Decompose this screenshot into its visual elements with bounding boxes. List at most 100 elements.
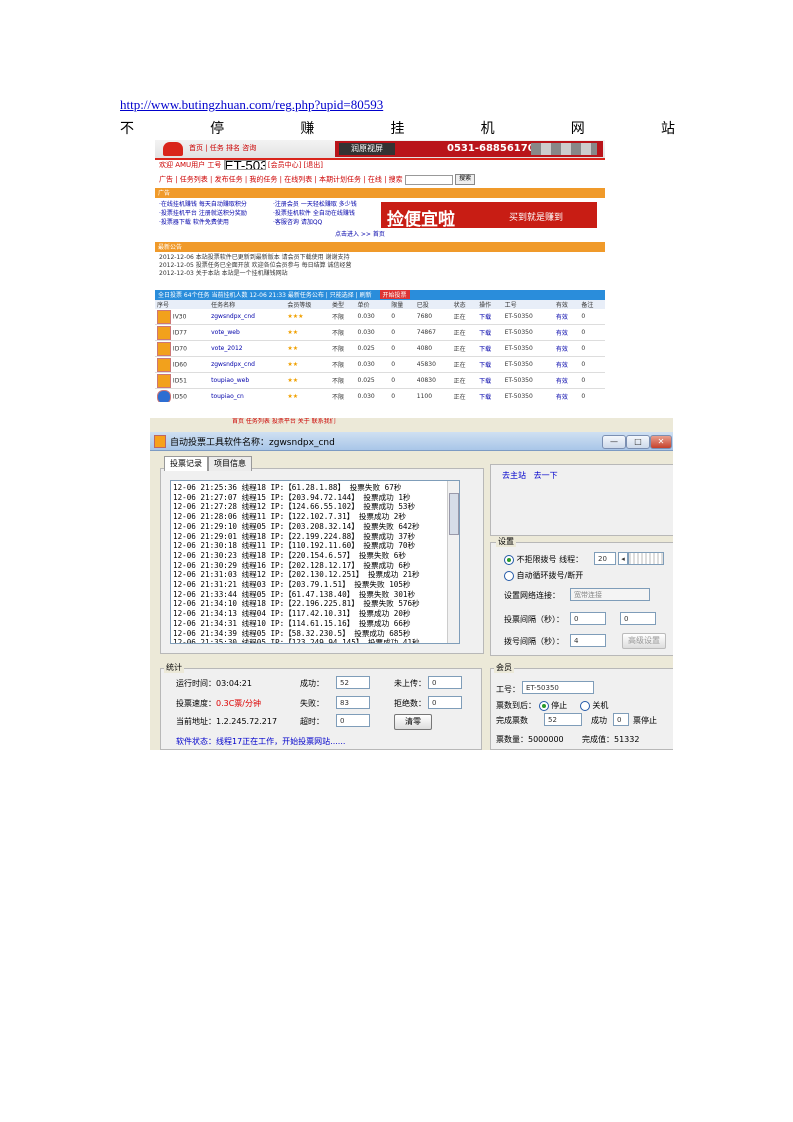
cell-text: 有效 [555,378,568,385]
member-id-field[interactable]: ET-50350 [522,681,594,694]
table-cell-name[interactable]: zgwsndpx_cnd [209,309,286,325]
tab-project-info[interactable]: 项目信息 [208,456,252,471]
ad-link[interactable]: ·投票器下载 软件免费使用 [159,218,247,227]
table-row[interactable]: ID50 toupiao_cn ★★ 不限 0.030 0 1100 正在 下载 ET-50350… [155,388,605,402]
ad-links-right[interactable]: ·注册会员 一天轻松赚取 多少钱 ·投票挂机软件 全自动在线赚钱 ·客服咨询 请… [273,200,357,227]
table-cell-valid[interactable]: 有效 [553,324,580,341]
goto-site-link[interactable]: 去主站 [502,471,526,480]
net-select[interactable]: 宽带连接 [570,588,650,601]
website-screenshot: 首页 | 任务 排名 咨询 润原视屏 0531-68856170 欢迎 AMU用… [155,140,655,402]
table-cell-name[interactable]: zgwsndpx_cnd [209,356,286,373]
table-cell-op[interactable]: 下载 [477,356,503,373]
task-icon [157,373,171,388]
site-banner: 首页 | 任务 排名 咨询 润原视屏 0531-68856170 [155,140,605,160]
table-cell-stars: ★★ [285,324,331,341]
log-scrollbar-thumb[interactable] [449,493,459,535]
table-cell-name[interactable]: vote_web [209,324,286,341]
opt-unlimited-row[interactable]: 不拒限拨号 线程： [504,554,583,565]
table-cell-note: 0 [579,388,605,402]
dial-interval-field[interactable]: 4 [570,634,606,647]
cell-text: 0.025 [357,377,375,384]
thread-spin-left[interactable]: ◂ [618,552,628,565]
table-cell-op[interactable]: 下载 [477,340,503,357]
table-cell-valid[interactable]: 有效 [553,372,580,389]
ad-extra-link[interactable]: 点击进入 >> 首页 [335,230,385,239]
table-cell-id: ID50 [155,388,210,402]
opt-unlimited-radio[interactable] [504,554,514,565]
vote-interval-field-2[interactable]: 0 [620,612,656,625]
opt-stop-radio[interactable] [538,700,549,711]
start-vote-button[interactable]: 开始投票 [379,290,410,299]
notice-item[interactable]: 2012-12-06 本站投票软件已更新到最新版本 请会员下载使用 谢谢支持 [159,254,352,262]
banner-ad[interactable]: 润原视屏 0531-68856170 [335,141,603,157]
vote-log-list[interactable]: 12-06 21:25:36 线程18 IP:【61.28.1.88】 投票失败… [170,480,460,644]
cell-text: IV30 [172,313,187,320]
complete-field[interactable]: 52 [544,713,582,726]
table-row[interactable]: ID77 vote_web ★★ 不限 0.030 0 74867 正在 下载 ET-50350 有… [155,324,605,341]
table-cell-op[interactable]: 下载 [477,388,503,402]
menu-search-input[interactable] [404,174,453,185]
ad-link[interactable]: ·投票挂机平台 注册就送积分奖励 [159,209,247,218]
table-cell-valid[interactable]: 有效 [553,340,580,357]
menu-items[interactable]: 广告 | 任务列表 | 发布任务 | 我的任务 | 在线列表 | 本期计划任务 … [159,176,403,184]
table-cell-name[interactable]: vote_2012 [209,340,286,357]
opt-shutdown-radio[interactable] [579,700,590,711]
table-cell-valid[interactable]: 有效 [553,388,580,402]
vote-interval-field[interactable]: 0 [570,612,606,625]
notice-item[interactable]: 2012-12-05 投票任务已全面开放 欢迎各位会员参与 每日结算 诚信经营 [159,262,352,270]
table-row[interactable]: ID70 vote_2012 ★★ 不限 0.025 0 4080 正在 下载 ET-50350 有… [155,340,605,357]
source-url-link[interactable]: http://www.butingzhuan.com/reg.php?upid=… [120,97,383,113]
cell-text: 有效 [555,362,568,369]
table-cell-name[interactable]: toupiao_cn [209,388,286,402]
table-cell-valid[interactable]: 有效 [553,309,580,325]
cell-text: 正在 [453,378,466,385]
opt-auto-radio[interactable] [504,570,514,581]
advanced-settings-button[interactable]: 高级设置 [622,633,666,649]
close-button[interactable]: ✕ [650,435,672,449]
ad-link[interactable]: ·投票挂机软件 全自动在线赚钱 [273,209,357,218]
big-ad-banner[interactable]: 捡便宜啦 买到就是赚到 [381,202,597,230]
task-table-header: 序号 任务名称 会员等级 类型 单价 限量 已投 状态 操作 工号 有效 备注 [155,300,605,309]
ad-links-left[interactable]: ·在线挂机赚钱 每天自动赚取积分 ·投票挂机平台 注册就送积分奖励 ·投票器下载… [159,200,247,227]
member-success-field[interactable]: 0 [613,713,629,726]
cell-text: 正在 [453,346,466,353]
opt-auto-row[interactable]: 自动循环拨号/断开 [504,570,583,581]
menu-search-button[interactable]: 搜索 [455,174,476,185]
notice-header: 最新公告 [155,242,605,252]
thread-slider[interactable] [628,552,664,565]
tab-vote-log[interactable]: 投票记录 [164,456,208,471]
minimize-button[interactable]: — [602,435,626,449]
cell-text: 0.030 [357,329,375,336]
table-cell-note: 0 [579,356,605,373]
website-nav-strip[interactable]: 首页 任务列表 投票平台 关于 联系我们 [232,418,532,432]
login-links[interactable]: [会员中心] [退出] [268,161,323,169]
table-cell-op[interactable]: 下载 [477,309,503,325]
ad-link[interactable]: ·注册会员 一天轻松赚取 多少钱 [273,200,357,209]
log-scrollbar[interactable] [447,481,459,643]
table-cell-op[interactable]: 下载 [477,372,503,389]
table-cell-emp: ET-50350 [502,324,554,341]
table-row[interactable]: ID60 zgwsndpx_cnd ★★ 不限 0.030 0 45830 正在 下载 ET-50… [155,356,605,373]
notice-item[interactable]: 2012-12-03 关于本站 本站是一个挂机赚钱网站 [159,270,352,278]
table-cell-valid[interactable]: 有效 [553,356,580,373]
cell-text: 不限 [332,330,345,337]
clear-button[interactable]: 清零 [394,714,432,730]
top-nav[interactable]: 首页 | 任务 排名 咨询 [189,144,256,152]
table-row[interactable]: IV30 zgwsndpx_cnd ★★★ 不限 0.030 0 7680 正在 下载 ET-50… [155,309,605,325]
maximize-button[interactable]: □ [626,435,650,449]
table-cell-status: 正在 [451,388,478,402]
cell-text: ID70 [172,345,187,352]
thread-field[interactable]: 20 [594,552,616,565]
ad-link[interactable]: ·在线挂机赚钱 每天自动赚取积分 [159,200,247,209]
cell-text: 0 [391,393,396,400]
login-user-field[interactable] [223,160,266,170]
ad-link[interactable]: ·客服咨询 请加QQ [273,218,357,227]
table-row[interactable]: ID51 toupiao_web ★★ 不限 0.025 0 40830 正在 下载 ET-503… [155,372,605,389]
table-cell-op[interactable]: 下载 [477,324,503,341]
timeout-field: 0 [336,714,370,727]
table-cell-type: 不限 [330,356,356,373]
cell-text: 74867 [416,329,436,336]
table-cell-name[interactable]: toupiao_web [209,372,286,389]
test-link[interactable]: 去一下 [534,471,558,480]
table-cell-note: 0 [579,372,605,389]
